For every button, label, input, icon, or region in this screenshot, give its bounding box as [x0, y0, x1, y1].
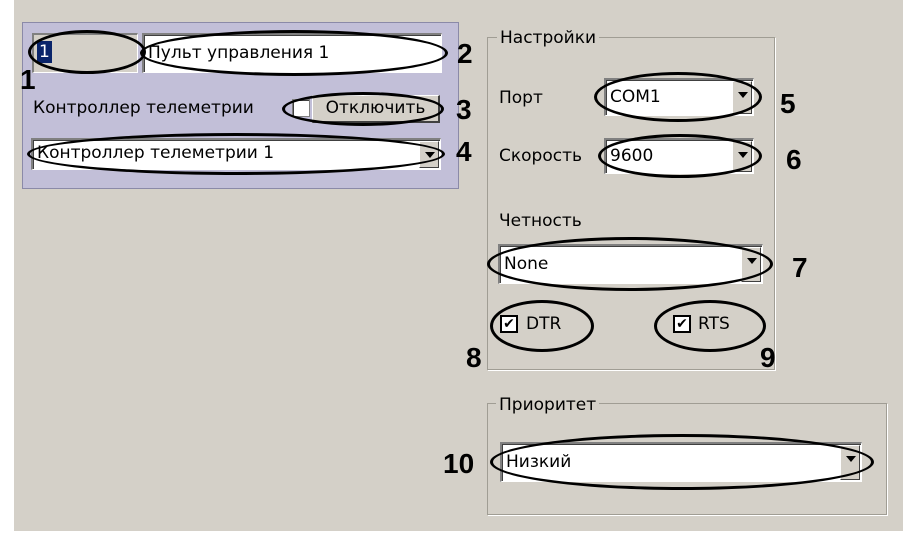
port-label: Порт — [499, 88, 543, 108]
callout-oval-1 — [28, 30, 146, 74]
callout-number-9: 9 — [760, 342, 776, 373]
callout-number-1: 1 — [20, 64, 36, 95]
callout-number-4: 4 — [456, 136, 472, 167]
callout-number-8: 8 — [466, 342, 482, 373]
parity-label: Четность — [499, 211, 582, 231]
callout-oval-2 — [140, 30, 448, 76]
callout-number-2: 2 — [457, 38, 473, 69]
callout-oval-5 — [594, 72, 762, 122]
speed-label: Скорость — [499, 146, 582, 166]
callout-oval-6 — [598, 134, 762, 178]
callout-oval-3 — [282, 92, 444, 126]
callout-oval-4 — [27, 133, 445, 175]
settings-group-title: Настройки — [497, 28, 600, 48]
callout-number-5: 5 — [780, 88, 796, 119]
priority-group-title: Приоритет — [496, 395, 600, 415]
callout-oval-9 — [654, 300, 766, 352]
callout-number-7: 7 — [792, 252, 808, 283]
callout-number-10: 10 — [443, 448, 475, 479]
callout-number-3: 3 — [456, 94, 472, 125]
callout-oval-8 — [490, 300, 594, 352]
callout-oval-7 — [487, 237, 773, 291]
callout-number-6: 6 — [786, 144, 802, 175]
callout-oval-10 — [490, 434, 874, 490]
telemetry-label: Контроллер телеметрии — [33, 98, 254, 118]
